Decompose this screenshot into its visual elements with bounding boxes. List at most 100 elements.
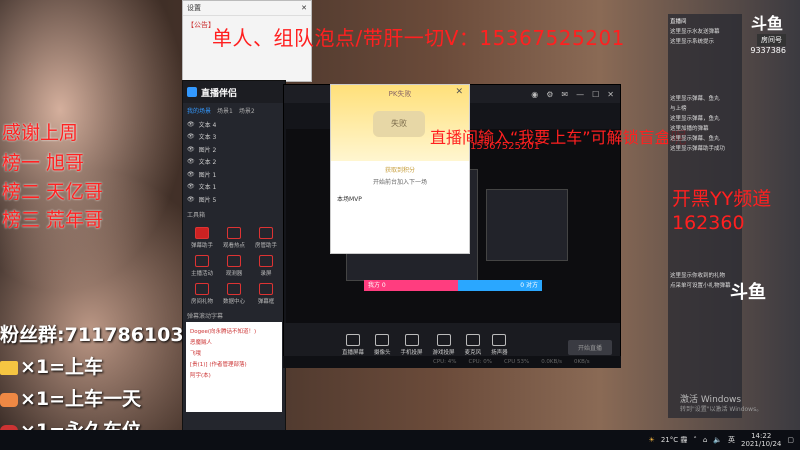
thanks-line-0: 感谢上周 [2, 122, 79, 144]
minimize-icon[interactable]: — [576, 90, 584, 99]
game-cast-button[interactable]: 游戏投屏 [433, 334, 455, 356]
tool-hot[interactable]: 观看热点 [219, 226, 249, 249]
scene-tabs: 我的场景 场景1 场景2 [183, 103, 285, 118]
phone-icon [404, 334, 419, 346]
close-icon[interactable]: ✕ [455, 87, 463, 97]
close-icon[interactable]: ✕ [607, 90, 614, 99]
speaker-button[interactable]: 扬声器 [491, 334, 508, 356]
ime-indicator[interactable]: 英 [728, 435, 735, 445]
box-icon [259, 282, 273, 295]
user-avatar-icon[interactable]: ◉ [531, 90, 538, 99]
thanks-line-2: 榜二 天亿哥 [2, 181, 104, 203]
scene-item[interactable]: 👁 文本 1 [183, 181, 285, 194]
mic-button[interactable]: 麦克风 [465, 334, 481, 356]
eye-icon[interactable]: 👁 [187, 133, 195, 140]
gamepad-icon [436, 334, 451, 346]
tab-scene-1[interactable]: 场景1 [217, 106, 233, 115]
side-line: 与上榜 [670, 106, 687, 112]
tool-label: 录屏 [260, 270, 272, 277]
tab-scene-2[interactable]: 场景2 [239, 106, 255, 115]
tool-label: 弹幕助手 [190, 242, 213, 249]
eye-icon[interactable]: 👁 [187, 121, 195, 128]
tool-danmu[interactable]: 弹幕助手 [187, 226, 217, 249]
network-icon[interactable]: ⌂ [703, 436, 707, 444]
settings-title: 设置 [187, 4, 201, 12]
panel-header: 直播伴侣 [183, 81, 285, 103]
eye-icon[interactable]: 👁 [187, 171, 195, 178]
tool-admin[interactable]: 房管助手 [251, 226, 281, 249]
tab-my-scene[interactable]: 我的场景 [187, 106, 211, 115]
danmu-icon [195, 226, 209, 239]
scene-item[interactable]: 👁 图片 5 [183, 193, 285, 206]
side-line: 这里显示弹幕、鱼丸 [670, 136, 720, 142]
tool-data[interactable]: 数据中心 [219, 282, 249, 305]
pk-subtitle: 获取到积分 [384, 167, 415, 174]
tool-label: 主播活动 [190, 270, 213, 277]
chevron-up-icon[interactable]: ˄ [693, 436, 697, 444]
douyu-logo-small: 斗鱼 [730, 282, 766, 303]
pk-hint: 开始前台加入下一场 [372, 179, 427, 186]
monitor-icon [346, 334, 360, 346]
tool-record[interactable]: 录屏 [251, 254, 281, 277]
tool-label: 观测器 [225, 270, 243, 277]
settings-icon[interactable]: ⚙ [546, 90, 553, 99]
eye-icon[interactable]: 👁 [187, 196, 195, 203]
notification-icon[interactable]: ▢ [787, 436, 794, 444]
eye-icon[interactable]: 👁 [187, 183, 195, 190]
mail-icon[interactable]: ✉ [561, 90, 568, 99]
clock-time: 14:22 [751, 432, 772, 440]
status-item: 0KB/s [574, 359, 590, 365]
app-logo-icon [187, 87, 197, 97]
clock-date: 2021/10/24 [741, 440, 782, 448]
scene-item[interactable]: 👁 图片 1 [183, 168, 285, 181]
scene-item[interactable]: 👁 文本 3 [183, 131, 285, 144]
nested-preview-small [486, 189, 568, 261]
scene-item[interactable]: 👁 图片 2 [183, 143, 285, 156]
hot-icon [227, 226, 241, 239]
scene-item[interactable]: 👁 文本 4 [183, 118, 285, 131]
side-line: 这里显示系统提示 [670, 39, 715, 45]
start-live-button[interactable]: 开始直播 [567, 340, 612, 355]
activity-icon [195, 254, 209, 267]
scene-item[interactable]: 👁 文本 2 [183, 156, 285, 169]
chat-line: Dogee(向永腾话不知道！) [190, 328, 257, 335]
button-label: 游戏投屏 [432, 350, 455, 356]
thanks-line-1: 榜一 旭哥 [2, 152, 85, 174]
scene-list: 👁 文本 4 👁 文本 3 👁 图片 2 👁 文本 2 👁 图片 1 👁 文本 1 👁 图片 … [183, 118, 285, 206]
yy-channel-number: 162360 [672, 212, 745, 234]
volume-icon[interactable]: 🔈 [713, 436, 722, 444]
settings-titlebar: 设置 ✕ [183, 1, 311, 16]
screen-share-button[interactable]: 直播屏幕 [342, 334, 364, 356]
activate-windows-hint: 转到"设置"以激活 Windows。 [680, 406, 763, 413]
weather-icon[interactable]: ☀ [649, 436, 655, 444]
scene-label: 文本 1 [198, 184, 217, 192]
fan-group-text: 粉丝群:711786103 [0, 324, 184, 346]
button-label: 手机投屏 [400, 350, 423, 356]
tool-danmu-box[interactable]: 弹幕框 [251, 282, 281, 305]
phone-cast-button[interactable]: 手机投屏 [401, 334, 423, 356]
status-item: CPU 53% [504, 359, 530, 365]
observer-icon [227, 254, 241, 267]
toolbox-grid: 弹幕助手 观看热点 房管助手 主播活动 观测器 录屏 房间礼物 数据中心 弹幕框 [183, 223, 285, 309]
scene-label: 图片 5 [198, 196, 217, 204]
pk-header: PK失败 ✕ 失败 [331, 85, 469, 161]
side-line: 这里显示弹幕、鱼丸 [670, 96, 720, 102]
eye-icon[interactable]: 👁 [187, 158, 195, 165]
taskbar-clock[interactable]: 14:22 2021/10/24 [741, 432, 781, 448]
camera-button[interactable]: 摄像头 [374, 334, 391, 356]
pk-score-bar: 我方 0 0 对方 [364, 280, 542, 291]
eye-icon[interactable]: 👁 [187, 146, 195, 153]
desktop-stage: 设置 ✕ 【公告】 单人、组队泡点/带肝一切V：15367525201 感谢上周… [0, 0, 800, 450]
car-icon [0, 392, 18, 407]
maximize-icon[interactable]: ☐ [592, 90, 599, 99]
side-line: 这里显示弹幕助手成功 [670, 146, 726, 152]
close-icon[interactable]: ✕ [301, 4, 307, 12]
car-line-0: ×1=上车 [0, 352, 103, 379]
tool-observer[interactable]: 观测器 [219, 254, 249, 277]
tool-activity[interactable]: 主播活动 [187, 254, 217, 277]
pk-score-left: 我方 0 [364, 280, 458, 291]
weather-text[interactable]: 21°C 霾 [661, 435, 688, 445]
speaker-icon [492, 334, 507, 346]
tool-label: 房管助手 [254, 242, 277, 249]
tool-gift[interactable]: 房间礼物 [187, 282, 217, 305]
